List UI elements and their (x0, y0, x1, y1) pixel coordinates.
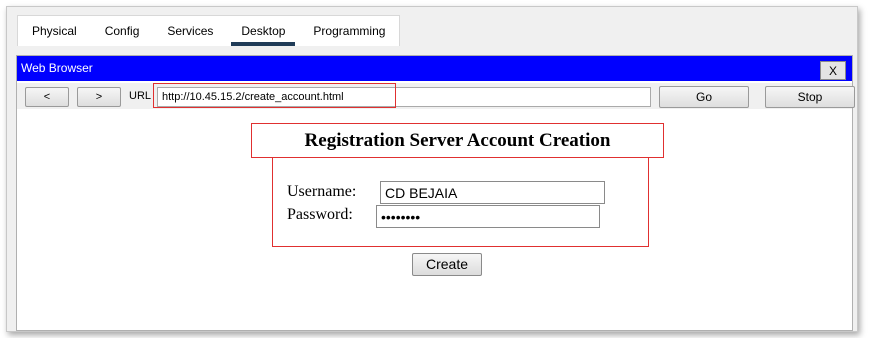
page-title: Registration Server Account Creation (304, 130, 611, 151)
tab-config[interactable]: Config (91, 16, 154, 46)
tab-bar: Physical Config Services Desktop Program… (17, 15, 401, 46)
tab-programming[interactable]: Programming (299, 16, 399, 46)
tab-desktop[interactable]: Desktop (227, 16, 299, 46)
back-button[interactable]: < (25, 87, 69, 107)
username-label: Username: (287, 183, 357, 200)
close-button[interactable]: X (820, 61, 846, 80)
password-label: Password: (287, 206, 353, 223)
stop-button[interactable]: Stop (765, 86, 855, 108)
web-browser-panel: Web Browser X < > URL Go Stop Registrati… (16, 55, 855, 331)
url-input[interactable] (157, 87, 651, 107)
create-button[interactable]: Create (412, 253, 482, 276)
device-window: Physical Config Services Desktop Program… (6, 6, 858, 332)
forward-button[interactable]: > (77, 87, 121, 107)
password-input[interactable] (376, 205, 600, 228)
username-input[interactable] (380, 181, 605, 204)
browser-title: Web Browser (21, 61, 93, 75)
browser-titlebar: Web Browser (17, 56, 852, 81)
page-title-highlight: Registration Server Account Creation (251, 123, 664, 158)
browser-navbar: < > URL Go Stop (17, 83, 855, 109)
url-label: URL (129, 90, 152, 102)
tab-services[interactable]: Services (153, 16, 227, 46)
go-button[interactable]: Go (659, 86, 749, 108)
tab-physical[interactable]: Physical (18, 16, 91, 46)
